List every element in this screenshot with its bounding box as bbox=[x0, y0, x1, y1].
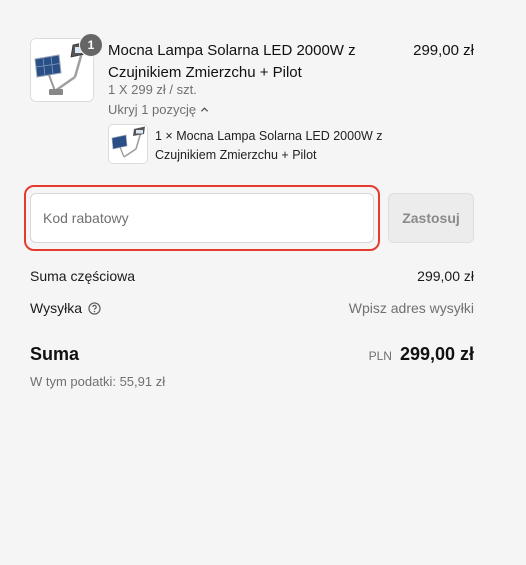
unit-price: 1 X 299 zł / szt. bbox=[108, 82, 197, 97]
chevron-up-icon bbox=[201, 107, 209, 112]
sub-item-image bbox=[108, 124, 148, 164]
shipping-value: Wpisz adres wysyłki bbox=[348, 300, 474, 316]
discount-code-input[interactable] bbox=[30, 193, 374, 243]
solar-lamp-icon bbox=[109, 125, 147, 163]
hide-items-label: Ukryj 1 pozycję bbox=[108, 102, 197, 117]
cart-line-item: 1 Mocna Lampa Solarna LED 2000W z Czujni… bbox=[30, 33, 474, 117]
product-price: 299,00 zł bbox=[413, 42, 474, 59]
total-label: Suma bbox=[30, 344, 80, 364]
total-value: 299,00 zł bbox=[399, 344, 474, 364]
subtotal-label: Suma częściowa bbox=[30, 268, 136, 284]
help-icon[interactable] bbox=[88, 301, 101, 315]
shipping-label: Wysyłka bbox=[30, 300, 82, 316]
sub-item-title: 1 × Mocna Lampa Solarna LED 2000W z Czuj… bbox=[155, 129, 383, 162]
subtotal-value: 299,00 zł bbox=[417, 268, 474, 284]
currency-code: PLN bbox=[368, 349, 392, 363]
apply-discount-button[interactable]: Zastosuj bbox=[388, 193, 474, 243]
tax-note: W tym podatki: 55,91 zł bbox=[30, 374, 166, 389]
hide-items-toggle[interactable]: Ukryj 1 pozycję bbox=[108, 102, 209, 117]
product-title: Mocna Lampa Solarna LED 2000W z Czujniki… bbox=[108, 42, 356, 81]
quantity-badge: 1 bbox=[79, 33, 103, 57]
total-amount: PLN 299,00 zł bbox=[369, 344, 474, 365]
bundle-sub-item: 1 × Mocna Lampa Solarna LED 2000W z Czuj… bbox=[108, 124, 398, 166]
